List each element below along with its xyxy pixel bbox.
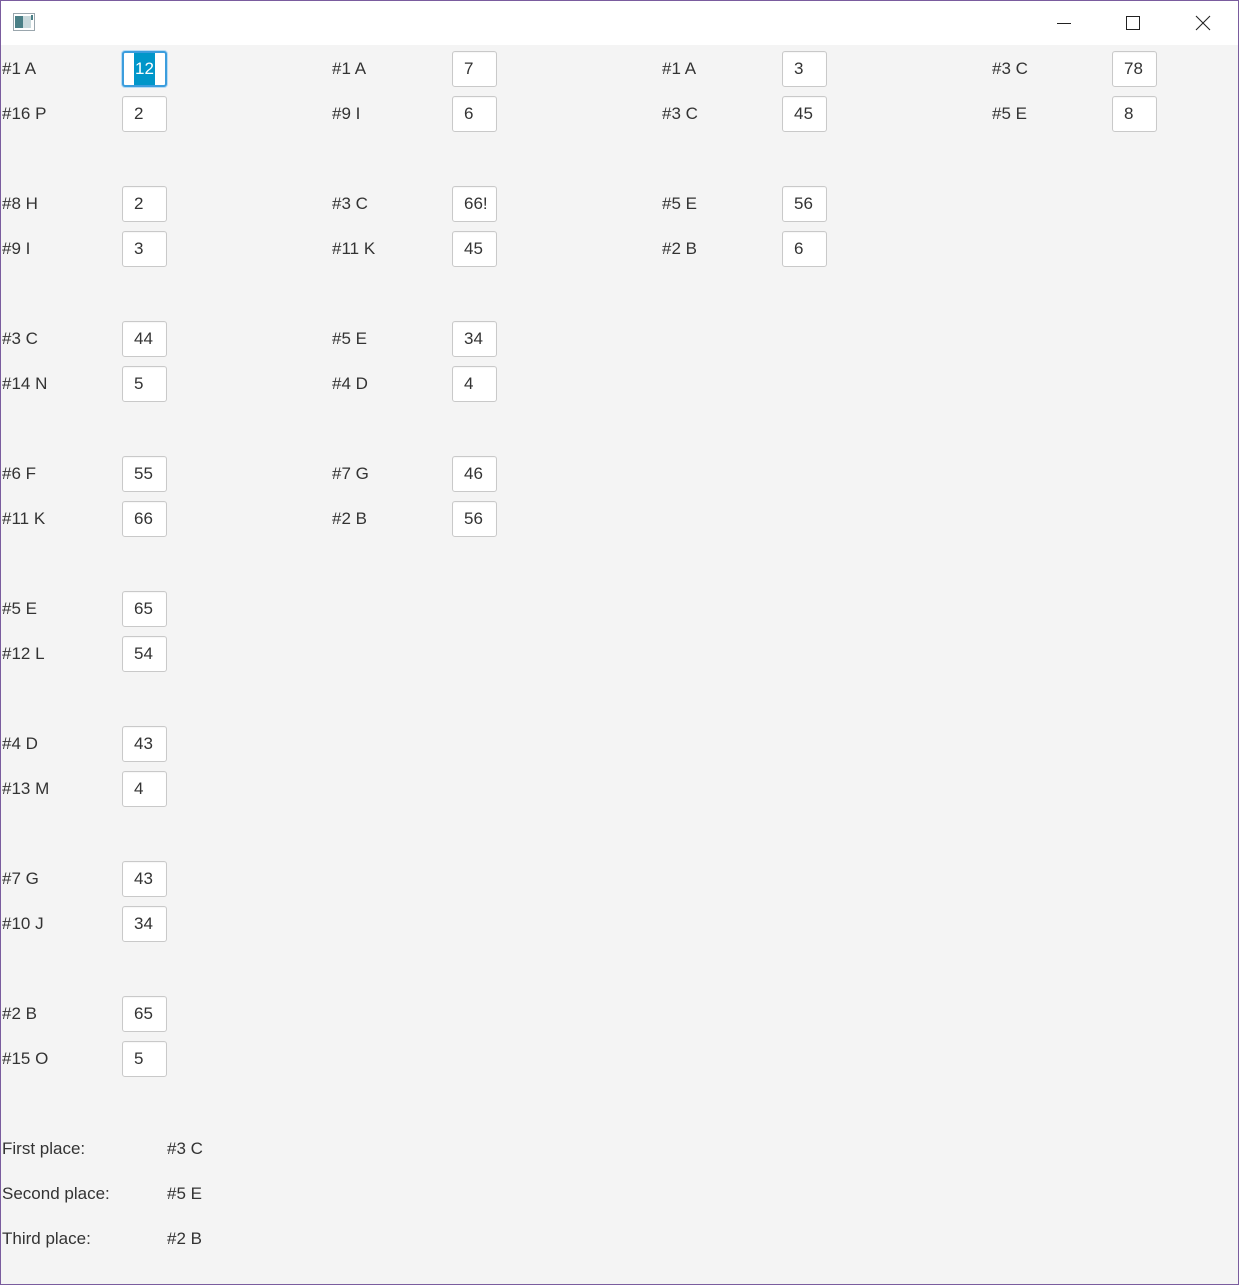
score-input[interactable]: 55 <box>122 456 167 492</box>
entry-label: #1 A <box>2 59 37 78</box>
entry-label: #5 E <box>2 599 37 618</box>
score-input[interactable]: 5 <box>122 1041 167 1077</box>
close-button[interactable] <box>1180 1 1226 45</box>
entry-label: #4 D <box>332 374 368 393</box>
group-4-row-2: #11 K 66 #2 B 56 <box>1 501 1238 537</box>
entry-label: #3 C <box>332 194 368 213</box>
entry-label: #10 J <box>2 914 44 933</box>
entry-label: #5 E <box>332 329 367 348</box>
score-input[interactable]: 43 <box>122 726 167 762</box>
score-input[interactable]: 46 <box>452 456 497 492</box>
entry-label: #16 P <box>2 104 47 123</box>
third-place-value: #2 B <box>167 1229 202 1248</box>
score-input[interactable]: 78 <box>1112 51 1157 87</box>
group-4-row-1: #6 F 55 #7 G 46 <box>1 456 1238 492</box>
entry-label: #12 L <box>2 644 45 663</box>
entry-label: #11 K <box>332 239 376 258</box>
minimize-icon <box>1057 23 1071 24</box>
score-input[interactable]: 65 <box>122 591 167 627</box>
group-1-row-2: #16 P 2 #9 I 6 #3 C 45 #5 E 8 <box>1 96 1238 132</box>
group-7-row-1: #7 G 43 <box>1 861 1238 897</box>
score-input[interactable]: 3 <box>122 231 167 267</box>
maximize-icon <box>1126 16 1140 30</box>
score-input[interactable]: 6 <box>782 231 827 267</box>
app-window: #1 A 12 #1 A 7 #1 A 3 #3 C 78 #16 P 2 #9… <box>0 0 1239 1285</box>
score-input[interactable]: 2 <box>122 96 167 132</box>
minimize-button[interactable] <box>1041 1 1087 45</box>
third-place-label: Third place: <box>2 1229 91 1248</box>
score-input[interactable]: 4 <box>122 771 167 807</box>
group-7-row-2: #10 J 34 <box>1 906 1238 942</box>
group-8-row-1: #2 B 65 <box>1 996 1238 1032</box>
entry-label: #11 K <box>2 509 46 528</box>
group-6-row-2: #13 M 4 <box>1 771 1238 807</box>
maximize-button[interactable] <box>1110 1 1156 45</box>
group-5-row-1: #5 E 65 <box>1 591 1238 627</box>
score-input[interactable]: 45 <box>452 231 497 267</box>
bracket-content: #1 A 12 #1 A 7 #1 A 3 #3 C 78 #16 P 2 #9… <box>1 45 1238 1284</box>
score-input[interactable]: 34 <box>122 906 167 942</box>
entry-label: #2 B <box>662 239 697 258</box>
entry-label: #4 D <box>2 734 38 753</box>
score-input[interactable]: 56 <box>782 186 827 222</box>
entry-label: #7 G <box>2 869 39 888</box>
entry-label: #9 I <box>332 104 361 123</box>
group-2-row-1: #8 H 2 #3 C 66! #5 E 56 <box>1 186 1238 222</box>
score-input[interactable]: 66 <box>122 501 167 537</box>
group-6-row-1: #4 D 43 <box>1 726 1238 762</box>
entry-label: #13 M <box>2 779 50 798</box>
score-input[interactable]: 44 <box>122 321 167 357</box>
second-place-value: #5 E <box>167 1184 202 1203</box>
score-input[interactable]: 8 <box>1112 96 1157 132</box>
group-3-row-1: #3 C 44 #5 E 34 <box>1 321 1238 357</box>
title-bar <box>1 1 1238 45</box>
second-place-label: Second place: <box>2 1184 110 1203</box>
entry-label: #3 C <box>2 329 38 348</box>
entry-label: #2 B <box>2 1004 37 1023</box>
score-input[interactable]: 66! <box>452 186 497 222</box>
score-input[interactable]: 54 <box>122 636 167 672</box>
group-5-row-2: #12 L 54 <box>1 636 1238 672</box>
entry-label: #7 G <box>332 464 369 483</box>
score-input[interactable]: 43 <box>122 861 167 897</box>
score-input[interactable]: 12 <box>122 51 167 87</box>
score-input[interactable]: 3 <box>782 51 827 87</box>
entry-label: #15 O <box>2 1049 49 1068</box>
entry-label: #1 A <box>332 59 367 78</box>
first-place-label: First place: <box>2 1139 86 1158</box>
entry-label: #3 C <box>992 59 1028 78</box>
group-3-row-2: #14 N 5 #4 D 4 <box>1 366 1238 402</box>
score-input[interactable]: 4 <box>452 366 497 402</box>
score-input[interactable]: 5 <box>122 366 167 402</box>
entry-label: #8 H <box>2 194 38 213</box>
group-1-row-1: #1 A 12 #1 A 7 #1 A 3 #3 C 78 <box>1 51 1238 87</box>
close-icon <box>1195 15 1211 31</box>
entry-label: #14 N <box>2 374 48 393</box>
score-input[interactable]: 65 <box>122 996 167 1032</box>
score-input[interactable]: 7 <box>452 51 497 87</box>
group-8-row-2: #15 O 5 <box>1 1041 1238 1077</box>
score-input[interactable]: 56 <box>452 501 497 537</box>
entry-label: #2 B <box>332 509 367 528</box>
entry-label: #1 A <box>662 59 697 78</box>
score-input[interactable]: 6 <box>452 96 497 132</box>
entry-label: #5 E <box>992 104 1027 123</box>
score-input[interactable]: 2 <box>122 186 167 222</box>
score-input[interactable]: 34 <box>452 321 497 357</box>
first-place-value: #3 C <box>167 1139 203 1158</box>
entry-label: #6 F <box>2 464 37 483</box>
app-icon <box>13 13 35 31</box>
group-2-row-2: #9 I 3 #11 K 45 #2 B 6 <box>1 231 1238 267</box>
entry-label: #5 E <box>662 194 697 213</box>
score-input[interactable]: 45 <box>782 96 827 132</box>
entry-label: #3 C <box>662 104 698 123</box>
entry-label: #9 I <box>2 239 31 258</box>
